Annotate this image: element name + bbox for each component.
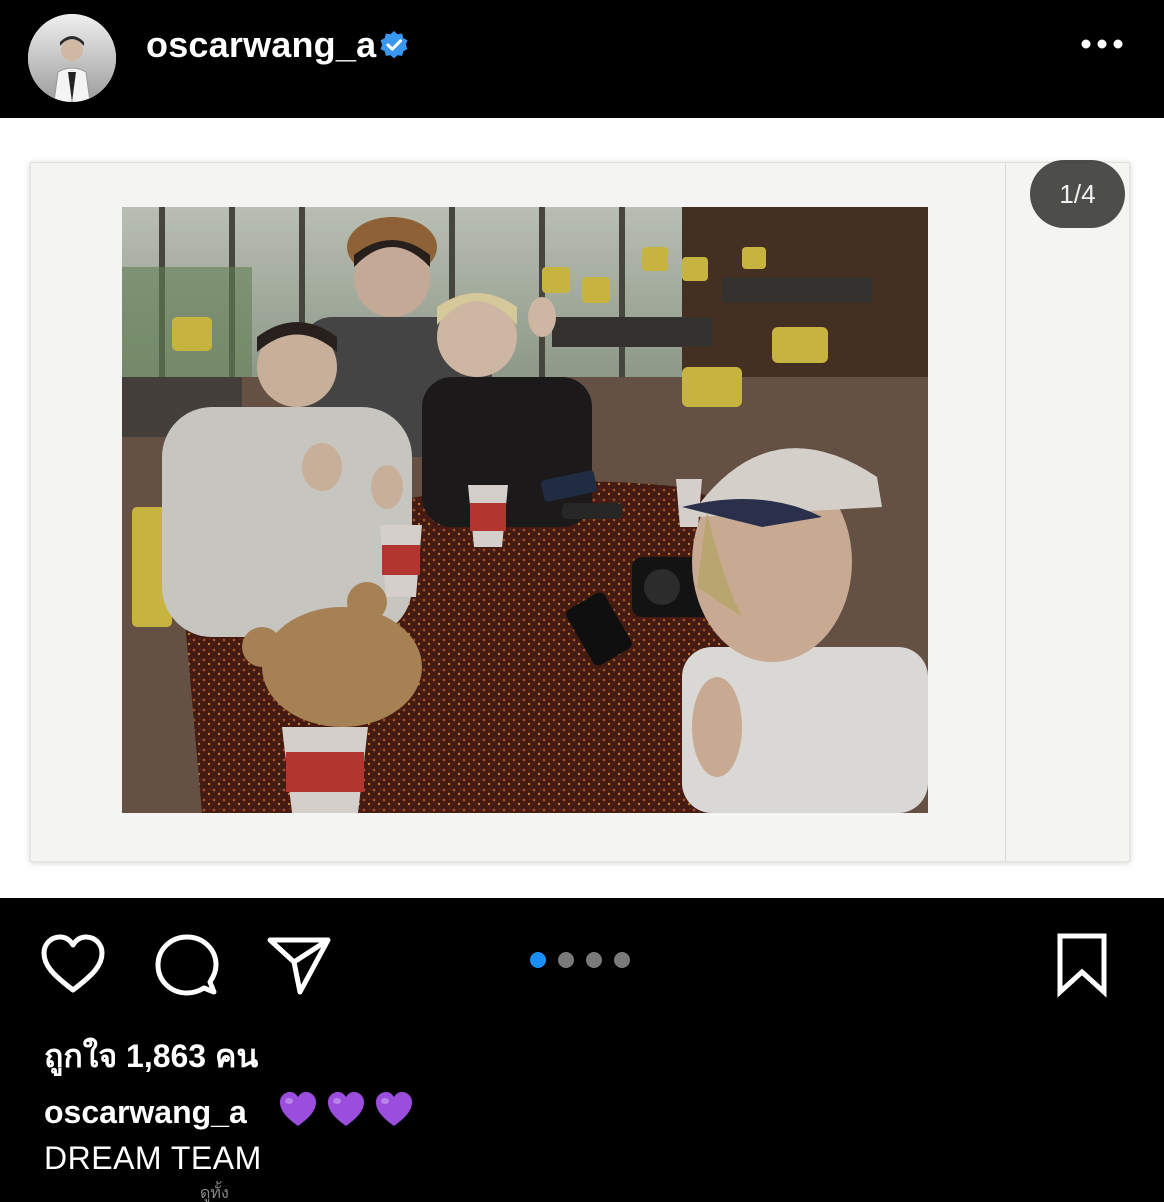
slide-counter: 1/4 [1030, 160, 1125, 228]
comment-bubble-icon[interactable] [154, 932, 220, 998]
polaroid-edge [1005, 162, 1006, 862]
bookmark-icon[interactable] [1052, 932, 1112, 998]
verified-badge-icon [380, 31, 408, 59]
purple-heart-icon [376, 1092, 412, 1126]
carousel-dot-4 [614, 952, 630, 968]
purple-heart-icon [280, 1092, 316, 1126]
paper-plane-icon[interactable] [266, 932, 332, 998]
caption-username[interactable]: oscarwang_a [44, 1092, 247, 1132]
avatar[interactable] [28, 14, 116, 102]
carousel-dots [530, 952, 630, 972]
polaroid-photo [122, 207, 928, 813]
more-horizontal-icon[interactable] [1080, 30, 1124, 58]
carousel-dot-1 [530, 952, 546, 968]
caption-text: DREAM TEAM [44, 1140, 262, 1176]
username[interactable]: oscarwang_a [146, 25, 376, 65]
post-header: oscarwang_a [0, 0, 1164, 118]
carousel-dot-3 [586, 952, 602, 968]
purple-heart-icon [328, 1092, 364, 1126]
post-photo [122, 207, 928, 813]
polaroid-frame [30, 162, 1130, 862]
heart-outline-icon[interactable] [40, 932, 106, 998]
post-media[interactable]: 1/4 [0, 118, 1164, 898]
caption-emoji: 💜💜💜 [278, 1090, 414, 1130]
likes-count[interactable]: ถูกใจ 1,863 คน [44, 1036, 258, 1076]
profile-photo-icon [28, 14, 116, 102]
carousel-dot-2 [558, 952, 574, 968]
action-bar [0, 898, 1164, 1028]
